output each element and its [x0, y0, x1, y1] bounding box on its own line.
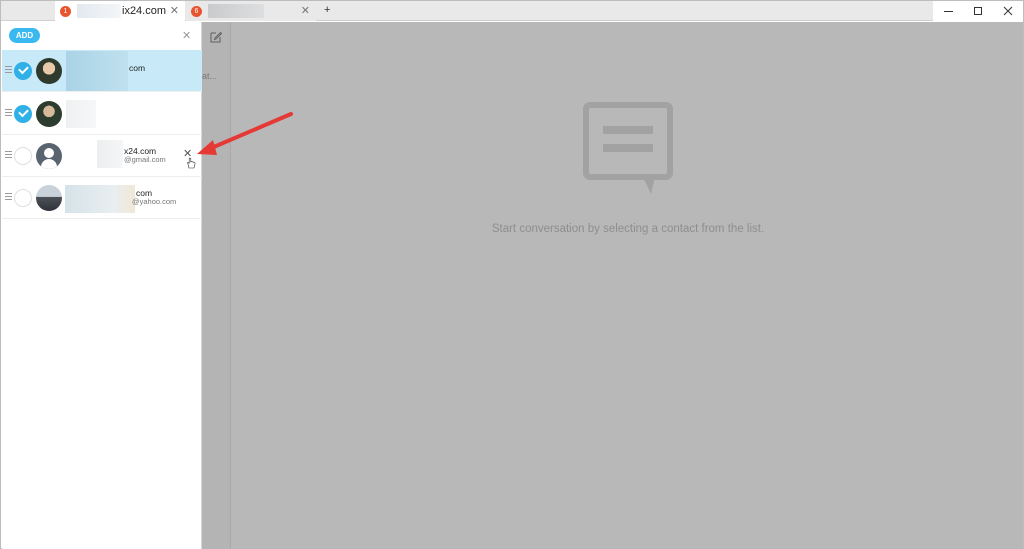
minimize-button[interactable] — [933, 1, 963, 21]
empty-state-message: Start conversation by selecting a contac… — [491, 223, 765, 235]
contact-name: com — [129, 63, 146, 73]
add-button[interactable]: ADD — [9, 28, 40, 43]
contact-picker-panel: ADD ✕ com x24.com @gmail.com ✕ com @yaho… — [2, 22, 202, 549]
notification-badge: 1 — [60, 5, 71, 17]
avatar — [36, 185, 62, 211]
drag-handle-icon[interactable] — [5, 151, 12, 159]
contact-email: @yahoo.com — [132, 197, 177, 206]
tab-bar: 1 ix24.com ✕ 6 ✕ + — [1, 1, 1023, 21]
tab-second[interactable]: 6 ✕ — [186, 1, 316, 21]
recent-strip: at... — [202, 22, 231, 549]
redacted-text — [65, 185, 135, 213]
tab-title: ix24.com — [122, 5, 167, 17]
maximize-button[interactable] — [963, 1, 993, 21]
redacted-text — [66, 100, 96, 128]
chat-bubble-icon — [583, 102, 673, 194]
checkbox[interactable] — [14, 189, 32, 207]
close-icon — [1003, 6, 1013, 16]
list-item[interactable]: com @yahoo.com — [2, 177, 202, 219]
list-item[interactable] — [2, 93, 202, 135]
user-placeholder-icon — [36, 143, 62, 169]
maximize-icon — [974, 7, 982, 15]
checkbox[interactable] — [14, 147, 32, 165]
compose-icon[interactable] — [210, 31, 222, 43]
red-arrow — [197, 112, 293, 155]
redacted-text — [208, 4, 264, 18]
checkmark-icon[interactable] — [14, 105, 32, 123]
redacted-text — [97, 140, 123, 168]
peek-text: at... — [202, 71, 218, 81]
avatar — [36, 58, 62, 84]
chat-area: at... Start conversation by selecting a … — [202, 22, 1023, 549]
contact-email: @gmail.com — [124, 155, 166, 164]
panel-close-icon[interactable]: ✕ — [182, 29, 191, 42]
close-window-button[interactable] — [993, 1, 1023, 21]
tab-close-icon[interactable]: ✕ — [170, 4, 179, 17]
new-tab-button[interactable]: + — [324, 4, 330, 16]
tab-bitrix[interactable]: 1 ix24.com ✕ — [55, 1, 185, 21]
redacted-text — [77, 4, 121, 18]
minimize-icon — [943, 10, 953, 12]
app-window: 1 ix24.com ✕ 6 ✕ + at... Start conversat… — [0, 0, 1024, 549]
drag-handle-icon[interactable] — [5, 109, 12, 117]
list-item[interactable]: com — [2, 50, 202, 92]
drag-handle-icon[interactable] — [5, 193, 12, 201]
list-item[interactable]: x24.com @gmail.com ✕ — [2, 135, 202, 177]
window-controls — [933, 1, 1023, 21]
notification-badge: 6 — [191, 5, 202, 17]
avatar — [36, 101, 62, 127]
checkmark-icon[interactable] — [14, 62, 32, 80]
tab-close-icon[interactable]: ✕ — [301, 4, 310, 17]
redacted-text — [66, 51, 128, 91]
drag-handle-icon[interactable] — [5, 66, 12, 74]
